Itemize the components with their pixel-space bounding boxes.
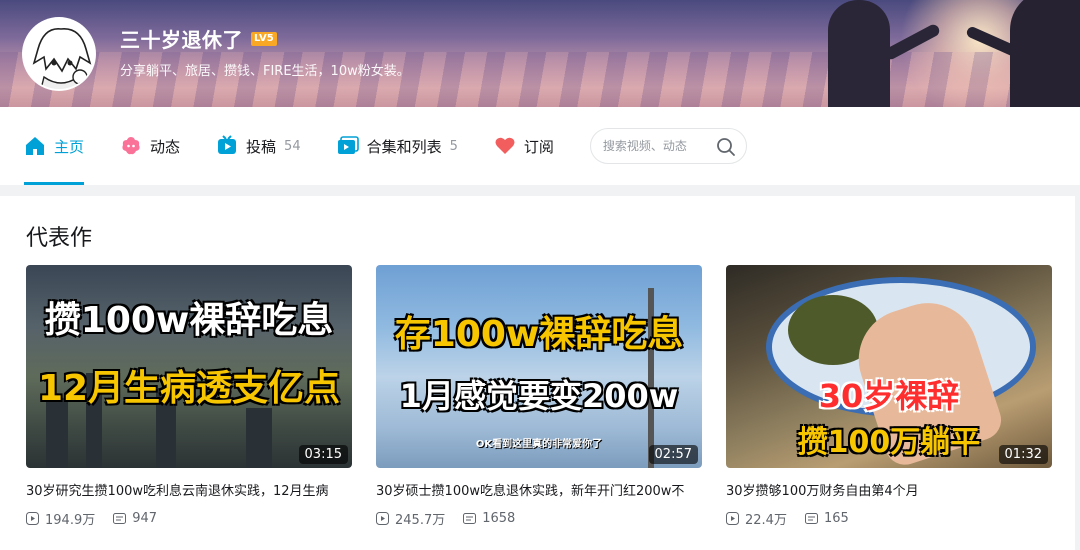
tab-subscribe[interactable]: 订阅 (494, 107, 554, 185)
avatar[interactable] (22, 17, 96, 91)
tab-collections-label: 合集和列表 (366, 137, 442, 156)
collections-count: 5 (449, 138, 458, 154)
user-sign: 分享躺平、旅居、攒钱、FIRE生活，10w粉女装。 (120, 64, 410, 79)
search-box[interactable] (589, 128, 747, 164)
dynamic-icon (122, 137, 140, 155)
section-title: 代表作 (26, 226, 93, 251)
play-icon (26, 512, 39, 525)
banner-figure-left (828, 0, 890, 107)
video-title[interactable]: 30岁攒够100万财务自由第4个月 (726, 480, 1052, 499)
level-badge: LV5 (251, 31, 277, 46)
video-card[interactable]: 攒100w裸辞吃息 12月生病透支亿点 03:15 30岁研究生攒100w吃利息… (26, 265, 352, 528)
home-icon (26, 137, 44, 155)
cover-text: 30岁裸辞 (818, 377, 960, 415)
video-duration: 03:15 (298, 445, 348, 464)
tab-collections[interactable]: 合集和列表 5 (337, 107, 458, 185)
play-count-value: 245.7万 (395, 513, 446, 528)
video-card[interactable]: 存100w裸辞吃息 1月感觉要变200w OK看到这里真的非常爱你了 02:57… (376, 265, 702, 528)
play-count-value: 194.9万 (45, 513, 96, 528)
banner-figure-right (1010, 0, 1080, 107)
cover-text: 1月感觉要变200w (399, 377, 679, 415)
play-icon (726, 512, 739, 525)
danmaku-count-value: 947 (132, 511, 158, 526)
danmaku-icon (113, 513, 127, 524)
video-thumbnail[interactable]: 攒100w裸辞吃息 12月生病透支亿点 03:15 (26, 265, 352, 468)
uploads-icon (218, 135, 237, 154)
video-thumbnail[interactable]: 30岁裸辞 攒100万躺平 01:32 (726, 265, 1052, 468)
video-duration: 01:32 (998, 445, 1048, 464)
tab-uploads-label: 投稿 (246, 137, 277, 156)
masterpiece-section: 代表作 攒100w裸辞吃息 12月生病透支亿点 03:15 30岁研究生攒100… (0, 196, 1075, 550)
danmaku-count-value: 165 (823, 511, 849, 526)
cover-text: 12月生病透支亿点 (37, 368, 341, 409)
search-icon[interactable] (716, 137, 736, 157)
username-row: 三十岁退休了 LV5 (120, 24, 277, 53)
cover-text: 存100w裸辞吃息 (394, 314, 684, 355)
play-count: 245.7万 (376, 509, 445, 528)
video-duration: 02:57 (648, 445, 698, 464)
tab-home[interactable]: 主页 (24, 107, 85, 185)
collections-icon (337, 136, 359, 154)
cover-building (246, 408, 272, 468)
tab-subscribe-label: 订阅 (523, 137, 554, 156)
play-count: 194.9万 (26, 509, 95, 528)
danmaku-count: 947 (113, 511, 157, 526)
uploads-count: 54 (284, 138, 301, 154)
cover-text: 攒100w裸辞吃息 (44, 300, 334, 341)
danmaku-icon (463, 513, 477, 524)
video-title[interactable]: 30岁硕士攒100w吃息退休实践，新年开门红200w不 (376, 480, 702, 499)
profile-nav: 主页 动态 投稿 54 合集和列表 5 订阅 (0, 107, 1080, 185)
play-count: 22.4万 (726, 509, 787, 528)
danmaku-count-value: 1658 (482, 511, 516, 526)
username: 三十岁退休了 (120, 28, 243, 52)
video-stats: 22.4万 165 (726, 509, 1052, 528)
play-icon (376, 512, 389, 525)
danmaku-icon (804, 513, 818, 524)
video-card[interactable]: 30岁裸辞 攒100万躺平 01:32 30岁攒够100万财务自由第4个月 22… (726, 265, 1052, 528)
danmaku-count: 165 (804, 511, 849, 526)
tab-uploads[interactable]: 投稿 54 (216, 107, 301, 185)
tab-home-label: 主页 (54, 137, 85, 156)
video-title[interactable]: 30岁研究生攒100w吃利息云南退休实践，12月生病 (26, 480, 352, 499)
tab-dynamic-label: 动态 (150, 137, 181, 156)
danmaku-count: 1658 (463, 511, 515, 526)
heart-icon (495, 137, 515, 154)
search-input[interactable] (602, 139, 715, 153)
tab-dynamic[interactable]: 动态 (120, 107, 180, 185)
video-stats: 245.7万 1658 (376, 509, 702, 528)
video-thumbnail[interactable]: 存100w裸辞吃息 1月感觉要变200w OK看到这里真的非常爱你了 02:57 (376, 265, 702, 468)
video-stats: 194.9万 947 (26, 509, 352, 528)
play-count-value: 22.4万 (745, 513, 787, 528)
profile-banner: 三十岁退休了 LV5 分享躺平、旅居、攒钱、FIRE生活，10w粉女装。 (0, 0, 1080, 107)
